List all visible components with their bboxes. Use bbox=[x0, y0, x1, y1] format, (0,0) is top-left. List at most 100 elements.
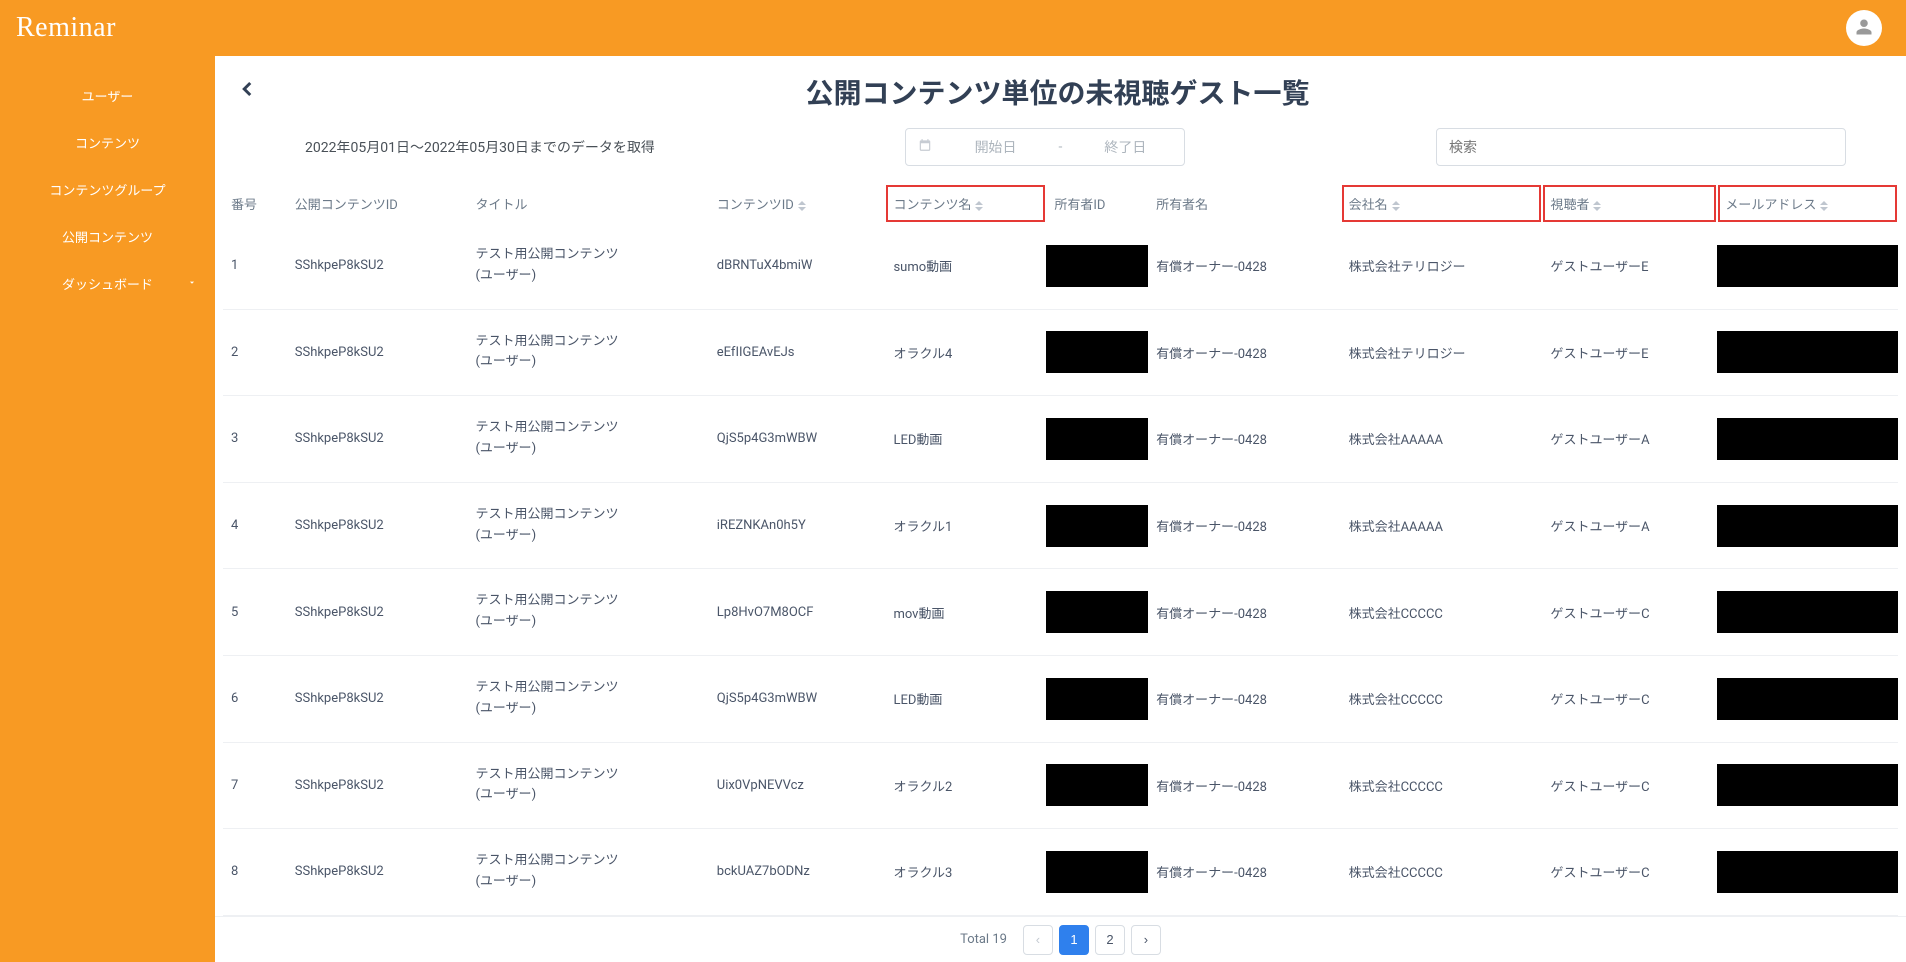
redacted-block bbox=[1046, 418, 1148, 460]
sidebar-item-label: コンテンツグループ bbox=[49, 184, 165, 199]
cell-no: 2 bbox=[223, 309, 287, 396]
sort-icon bbox=[1820, 201, 1828, 211]
cell-pcid: SShkpeP8kSU2 bbox=[287, 829, 468, 916]
cell-email bbox=[1717, 655, 1898, 742]
cell-email bbox=[1717, 742, 1898, 829]
th-viewer[interactable]: 視聴者 bbox=[1542, 184, 1717, 223]
cell-owner-id bbox=[1046, 569, 1148, 656]
redacted-block bbox=[1046, 245, 1148, 287]
cell-owner-id bbox=[1046, 223, 1148, 309]
th-owner-name[interactable]: 所有者名 bbox=[1148, 184, 1340, 223]
th-content-name[interactable]: コンテンツ名 bbox=[885, 184, 1046, 223]
date-end-placeholder: 終了日 bbox=[1078, 137, 1172, 157]
cell-owner: 有償オーナー-0428 bbox=[1148, 742, 1340, 829]
cell-pcid: SShkpeP8kSU2 bbox=[287, 396, 468, 483]
redacted-block bbox=[1046, 678, 1148, 720]
cell-company: 株式会社テリロジー bbox=[1341, 223, 1543, 309]
th-content-id[interactable]: コンテンツID bbox=[709, 184, 886, 223]
cell-cname: LED動画 bbox=[885, 655, 1046, 742]
user-icon bbox=[1855, 18, 1873, 39]
cell-owner: 有償オーナー-0428 bbox=[1148, 655, 1340, 742]
cell-owner: 有償オーナー-0428 bbox=[1148, 396, 1340, 483]
cell-owner-id bbox=[1046, 309, 1148, 396]
sidebar-item-content-groups[interactable]: コンテンツグループ bbox=[0, 166, 215, 213]
table-row: 2SShkpeP8kSU2テスト用公開コンテンツ(ユーザー)eEfIIGEAvE… bbox=[223, 309, 1898, 396]
cell-viewer: ゲストユーザーA bbox=[1542, 396, 1717, 483]
pagination-next[interactable]: › bbox=[1131, 925, 1161, 955]
redacted-block bbox=[1046, 331, 1148, 373]
sidebar-item-dashboard[interactable]: ダッシュボード bbox=[0, 260, 215, 307]
cell-cname: オラクル2 bbox=[885, 742, 1046, 829]
redacted-block bbox=[1717, 851, 1898, 893]
redacted-block bbox=[1046, 764, 1148, 806]
table-row: 7SShkpeP8kSU2テスト用公開コンテンツ(ユーザー)Uix0VpNEVV… bbox=[223, 742, 1898, 829]
redacted-block bbox=[1046, 591, 1148, 633]
th-public-content-id[interactable]: 公開コンテンツID bbox=[287, 184, 468, 223]
cell-no: 6 bbox=[223, 655, 287, 742]
cell-pcid: SShkpeP8kSU2 bbox=[287, 742, 468, 829]
cell-pcid: SShkpeP8kSU2 bbox=[287, 309, 468, 396]
redacted-block bbox=[1717, 678, 1898, 720]
pagination-prev[interactable]: ‹ bbox=[1023, 925, 1053, 955]
cell-pcid: SShkpeP8kSU2 bbox=[287, 482, 468, 569]
date-start-placeholder: 開始日 bbox=[948, 137, 1042, 157]
th-no[interactable]: 番号 bbox=[223, 184, 287, 223]
cell-email bbox=[1717, 223, 1898, 309]
cell-cname: オラクル3 bbox=[885, 829, 1046, 916]
redacted-block bbox=[1717, 764, 1898, 806]
th-label: 所有者ID bbox=[1054, 198, 1105, 213]
table-row: 4SShkpeP8kSU2テスト用公開コンテンツ(ユーザー)iREZNKAn0h… bbox=[223, 482, 1898, 569]
cell-no: 1 bbox=[223, 223, 287, 309]
cell-viewer: ゲストユーザーA bbox=[1542, 482, 1717, 569]
cell-cid: bckUAZ7bODNz bbox=[709, 829, 886, 916]
sort-icon bbox=[1392, 201, 1400, 211]
cell-email bbox=[1717, 482, 1898, 569]
user-avatar-button[interactable] bbox=[1846, 10, 1882, 46]
th-company[interactable]: 会社名 bbox=[1341, 184, 1543, 223]
cell-title: テスト用公開コンテンツ(ユーザー) bbox=[467, 742, 708, 829]
search-input[interactable] bbox=[1449, 139, 1833, 155]
cell-cid: dBRNTuX4bmiW bbox=[709, 223, 886, 309]
cell-pcid: SShkpeP8kSU2 bbox=[287, 655, 468, 742]
chevron-right-icon: › bbox=[1144, 932, 1148, 947]
cell-email bbox=[1717, 829, 1898, 916]
cell-owner-id bbox=[1046, 396, 1148, 483]
th-owner-id[interactable]: 所有者ID bbox=[1046, 184, 1148, 223]
cell-cname: mov動画 bbox=[885, 569, 1046, 656]
cell-owner-id bbox=[1046, 655, 1148, 742]
cell-title: テスト用公開コンテンツ(ユーザー) bbox=[467, 829, 708, 916]
th-label: 会社名 bbox=[1349, 198, 1388, 213]
cell-cname: オラクル4 bbox=[885, 309, 1046, 396]
cell-cname: LED動画 bbox=[885, 396, 1046, 483]
cell-email bbox=[1717, 396, 1898, 483]
cell-cid: Lp8HvO7M8OCF bbox=[709, 569, 886, 656]
cell-owner: 有償オーナー-0428 bbox=[1148, 482, 1340, 569]
table-row: 6SShkpeP8kSU2テスト用公開コンテンツ(ユーザー)QjS5p4G3mW… bbox=[223, 655, 1898, 742]
th-email[interactable]: メールアドレス bbox=[1717, 184, 1898, 223]
sidebar-item-label: ダッシュボード bbox=[62, 278, 153, 293]
redacted-block bbox=[1717, 505, 1898, 547]
sidebar-item-public-contents[interactable]: 公開コンテンツ bbox=[0, 213, 215, 260]
pagination-total: Total 19 bbox=[960, 932, 1007, 947]
redacted-block bbox=[1717, 245, 1898, 287]
redacted-block bbox=[1717, 418, 1898, 460]
cell-cname: sumo動画 bbox=[885, 223, 1046, 309]
cell-title: テスト用公開コンテンツ(ユーザー) bbox=[467, 309, 708, 396]
cell-owner-id bbox=[1046, 829, 1148, 916]
th-title[interactable]: タイトル bbox=[467, 184, 708, 223]
chevron-left-icon: ‹ bbox=[1036, 932, 1040, 947]
cell-cname: オラクル1 bbox=[885, 482, 1046, 569]
date-range-picker[interactable]: 開始日 - 終了日 bbox=[905, 128, 1185, 166]
cell-owner: 有償オーナー-0428 bbox=[1148, 223, 1340, 309]
cell-viewer: ゲストユーザーC bbox=[1542, 829, 1717, 916]
sidebar-item-contents[interactable]: コンテンツ bbox=[0, 119, 215, 166]
pagination-page-1[interactable]: 1 bbox=[1059, 925, 1089, 955]
cell-email bbox=[1717, 309, 1898, 396]
redacted-block bbox=[1717, 331, 1898, 373]
cell-cid: Uix0VpNEVVcz bbox=[709, 742, 886, 829]
pagination-page-2[interactable]: 2 bbox=[1095, 925, 1125, 955]
search-input-wrapper bbox=[1436, 128, 1846, 166]
sidebar-item-users[interactable]: ユーザー bbox=[0, 72, 215, 119]
th-label: タイトル bbox=[475, 198, 527, 213]
cell-no: 7 bbox=[223, 742, 287, 829]
